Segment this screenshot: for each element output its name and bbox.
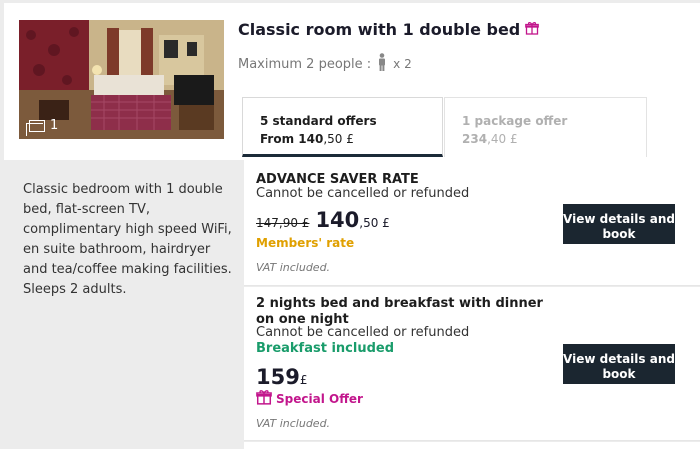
occupancy: Maximum 2 people : x 2 [238,53,412,75]
gift-icon [256,389,272,408]
offer-name: 2 nights bed and breakfast with dinner o… [256,296,543,327]
members-rate-tag: Members' rate [256,236,355,250]
current-price: 140,50 £ [315,208,389,232]
tab-standard-offers-price: From 140,50 £ [260,130,442,148]
special-offer-label: Special Offer [276,391,363,406]
offer-card-partial [244,442,700,449]
tab-standard-offers[interactable]: 5 standard offers From 140,50 £ [242,97,443,157]
cancellation-policy: Cannot be cancelled or refunded [256,325,470,340]
price-cents: ,50 £ [359,216,390,230]
gift-icon [525,20,540,39]
occupancy-label: Maximum 2 people : [238,56,372,72]
occupancy-count: x 2 [393,57,412,71]
breakfast-included-tag: Breakfast included [256,341,395,356]
tab-standard-price-cents: ,50 £ [323,132,354,146]
current-price: 159£ [256,365,307,389]
photo-count-value: 1 [50,118,59,133]
gallery-icon [26,119,45,136]
photo-count: 1 [26,118,59,136]
vat-note: VAT included. [256,417,331,430]
vat-note: VAT included. [256,261,331,274]
tab-package-offer-price: 234,40 £ [462,130,646,148]
special-offer-tag: Special Offer [256,389,363,408]
room-title: Classic room with 1 double bed [238,20,540,39]
tab-package-price-main: 234 [462,132,488,146]
room-title-text: Classic room with 1 double bed [238,20,521,39]
offer-card: 2 nights bed and breakfast with dinner o… [244,287,700,441]
offer-price: 147,90 £ 140,50 £ [256,208,390,232]
old-price: 147,90 £ [256,216,310,230]
tab-standard-price-main: From 140 [260,132,324,146]
offer-card: ADVANCE SAVER RATE Cannot be cancelled o… [244,160,700,286]
room-description: Classic bedroom with 1 double bed, flat-… [23,182,232,297]
offer-price: 159£ [256,365,307,389]
view-details-button[interactable]: View details and book [563,344,675,384]
tab-package-price-cents: ,40 £ [487,132,518,146]
person-icon [377,53,387,75]
price-main: 140 [315,208,360,232]
tab-package-offer-label: 1 package offer [462,114,568,128]
price-cents: £ [299,373,308,387]
tab-standard-offers-label: 5 standard offers [260,114,377,128]
price-main: 159 [256,365,300,389]
cancellation-policy: Cannot be cancelled or refunded [256,186,470,201]
tab-package-offer[interactable]: 1 package offer 234,40 £ [444,97,647,157]
view-details-button[interactable]: View details and book [563,204,675,244]
room-photo[interactable]: 1 [19,20,224,139]
